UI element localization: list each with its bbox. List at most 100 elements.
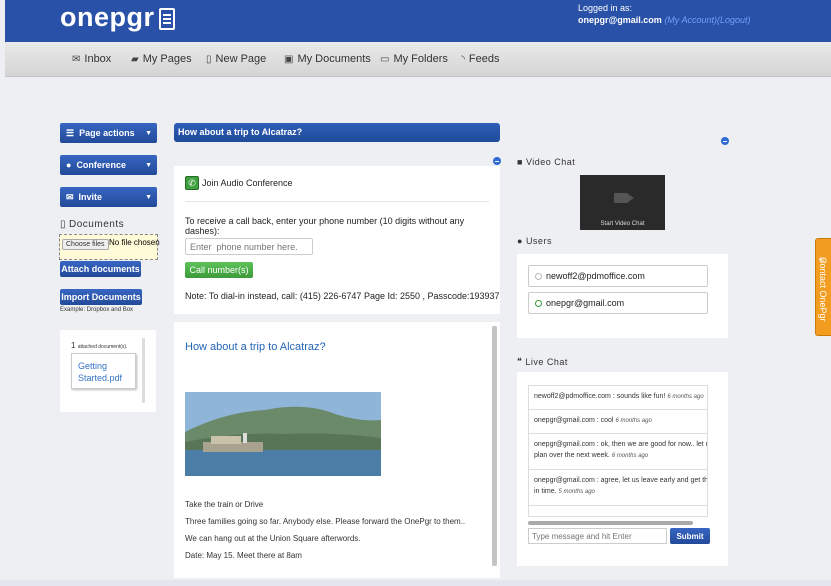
nav-my-documents[interactable]: ▣ My Documents <box>284 53 371 65</box>
file-drop-zone[interactable]: Choose files No file chosen <box>59 234 160 260</box>
chat-message-time: 6 months ago <box>611 453 649 459</box>
nav-my-folders[interactable]: ▭ My Folders <box>380 53 448 65</box>
chat-message-list[interactable]: newoff2@pdmoffice.com : sounds like fun!… <box>528 385 708 517</box>
nav-label: Inbox <box>84 53 112 65</box>
chat-message-time: 6 months ago <box>615 418 652 424</box>
chat-message-time: 6 months ago <box>667 394 704 400</box>
my-account-link[interactable]: (My Account) <box>664 15 717 25</box>
import-documents-button[interactable]: Import Documents <box>60 289 142 305</box>
nav-my-pages[interactable]: ▰ My Pages <box>131 53 192 65</box>
chat-submit-button[interactable]: Submit <box>670 528 710 544</box>
file-icon: ▯ <box>60 219 67 230</box>
nav-inbox[interactable]: ✉ Inbox <box>72 53 111 65</box>
divider <box>185 201 489 202</box>
callback-instruction: To receive a call back, enter your phone… <box>185 216 465 236</box>
audio-conference-panel: ✆ Join Audio Conference To receive a cal… <box>174 166 500 314</box>
audio-conference-header[interactable]: ✆ Join Audio Conference <box>185 176 293 190</box>
nav-label: My Documents <box>297 53 371 65</box>
content-line: Take the train or Drive <box>185 500 264 509</box>
attached-file-card[interactable]: Getting Started.pdf <box>71 353 136 389</box>
content-line: Three families going so far. Anybody els… <box>185 517 466 526</box>
user-row[interactable]: newoff2@pdmoffice.com <box>528 265 708 287</box>
caret-down-icon: ▼ <box>145 193 152 201</box>
chat-message: newoff2@pdmoffice.com : sounds like fun!… <box>529 386 707 410</box>
caret-down-icon: ▼ <box>145 161 152 169</box>
logo-text: onepgr <box>60 2 155 32</box>
main-nav: ✉ Inbox ▰ My Pages ▯ New Page ▣ My Docum… <box>5 42 831 77</box>
nav-label: My Folders <box>393 53 448 65</box>
invite-label: Invite <box>78 192 103 202</box>
import-hint: Example: Dropbox and Box <box>60 307 134 313</box>
logged-in-label: Logged in as: <box>578 3 633 13</box>
documents-heading: ▯ Documents <box>60 219 124 230</box>
book-icon: ▰ <box>131 53 139 65</box>
rss-icon: ◝ <box>461 53 465 65</box>
attached-count: 1 attached document(s). <box>71 341 127 350</box>
chat-message-text: onepgr@gmail.com : ok, then we are good … <box>534 441 708 448</box>
video-camera-icon: ■ <box>517 157 523 167</box>
chat-message-text: newoff2@pdmoffice.com : sounds like fun! <box>534 393 666 400</box>
conference-button[interactable]: ● Conference ▼ <box>60 155 157 175</box>
online-status-icon <box>535 299 542 307</box>
call-number-button[interactable]: Call number(s) <box>185 262 253 278</box>
no-file-text: No file chosen <box>109 238 160 247</box>
video-chat-label: Video Chat <box>525 157 576 167</box>
chat-message-text: onepgr@gmail.com : agree, let us leave e… <box>534 477 708 484</box>
file-icon: ▯ <box>206 53 212 65</box>
briefcase-icon: ▣ <box>284 53 294 65</box>
offline-status-icon <box>535 272 542 280</box>
logo[interactable]: onepgr <box>60 2 175 33</box>
caret-down-icon: ▼ <box>145 129 152 137</box>
user-icon: ● <box>517 236 523 246</box>
collapse-icon[interactable] <box>721 137 729 145</box>
live-chat-panel: newoff2@pdmoffice.com : sounds like fun!… <box>517 372 728 566</box>
list-icon: ☰ <box>66 127 75 138</box>
page-horizontal-scrollbar[interactable] <box>0 580 831 586</box>
users-label: Users <box>525 236 552 246</box>
content-scrollbar[interactable] <box>492 326 497 566</box>
start-video-chat[interactable]: Start Video Chat <box>580 221 665 227</box>
folder-icon: ▭ <box>380 53 390 65</box>
nav-new-page[interactable]: ▯ New Page <box>206 53 266 65</box>
envelope-icon: ✉ <box>66 191 74 202</box>
chat-message: onepgr@gmail.com : ok, then we are good … <box>529 434 708 470</box>
live-chat-heading: ❝ Live Chat <box>517 356 568 367</box>
content-heading: How about a trip to Alcatraz? <box>185 341 326 353</box>
account-email: onepgr@gmail.com <box>578 15 662 25</box>
video-chat-window[interactable]: Start Video Chat <box>580 175 665 230</box>
chat-message-input[interactable] <box>528 528 667 544</box>
documents-label: Documents <box>69 219 125 230</box>
contact-tab[interactable]: ✎ Contact OnePgr <box>815 238 831 336</box>
live-chat-label: Live Chat <box>525 356 568 367</box>
attach-documents-button[interactable]: Attach documents <box>60 261 141 277</box>
invite-button[interactable]: ✉ Invite ▼ <box>60 187 157 207</box>
user-email: onepgr@gmail.com <box>546 298 625 308</box>
conference-label: Conference <box>76 160 126 170</box>
attached-scrollbar[interactable] <box>142 338 145 403</box>
collapse-icon[interactable] <box>493 157 501 165</box>
content-line: We can hang out at the Union Square afte… <box>185 534 361 543</box>
user-row[interactable]: onepgr@gmail.com <box>528 292 708 314</box>
dial-in-note: Note: To dial-in instead, call: (415) 22… <box>185 291 500 301</box>
account-info: Logged in as: onepgr@gmail.com (My Accou… <box>578 2 751 26</box>
users-heading: ● Users <box>517 236 552 246</box>
logout-link[interactable]: (Logout) <box>717 15 751 25</box>
nav-feeds[interactable]: ◝ Feeds <box>461 53 499 65</box>
user-icon: ● <box>66 160 72 170</box>
chat-message: onepgr@gmail.com : cool 6 months ago <box>529 410 707 434</box>
camera-icon <box>614 193 634 203</box>
attached-suffix: attached document(s). <box>77 344 128 350</box>
choose-files-button[interactable]: Choose files <box>62 239 109 250</box>
envelope-icon: ✉ <box>72 53 81 65</box>
contact-tab-label: Contact OnePgr <box>818 257 828 322</box>
page-actions-button[interactable]: ☰ Page actions ▼ <box>60 123 157 143</box>
logo-doc-icon <box>158 8 175 30</box>
attached-documents-panel: 1 attached document(s). Getting Started.… <box>60 330 156 412</box>
video-chat-heading: ■ Video Chat <box>517 157 575 167</box>
chat-horizontal-scrollbar[interactable] <box>528 521 693 525</box>
page-content-panel: How about a trip to Alcatraz? Take the t… <box>174 322 500 578</box>
phone-icon: ✆ <box>185 176 199 190</box>
chat-message-text: onepgr@gmail.com : cool <box>534 417 614 424</box>
chat-bubbles-icon: ❝ <box>517 356 523 366</box>
phone-number-input[interactable] <box>185 238 313 255</box>
